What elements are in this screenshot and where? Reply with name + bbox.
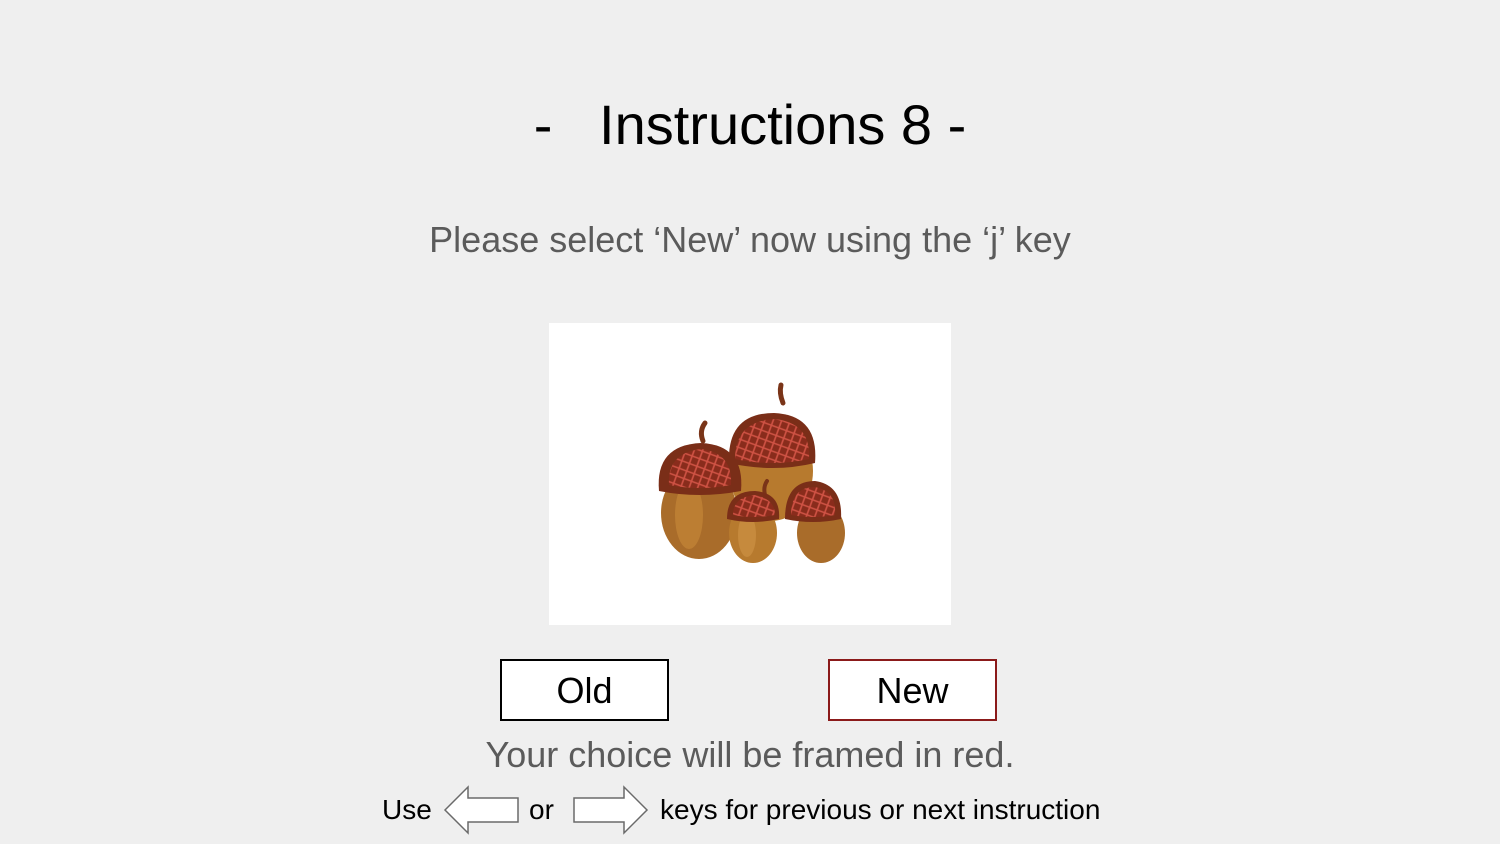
instruction-text: Please select ‘New’ now using the ‘j’ ke… (429, 219, 1071, 260)
navigation-hint: Use or keys for previous or next instruc… (0, 784, 1500, 836)
right-arrow-icon[interactable] (570, 784, 650, 836)
nav-keys-label: keys for previous or next instruction (660, 794, 1101, 825)
stimulus-image (549, 323, 951, 625)
old-button[interactable]: Old (500, 659, 669, 721)
left-arrow-icon[interactable] (442, 784, 522, 836)
instruction-screen: - Instructions 8 - Please select ‘New’ n… (0, 0, 1500, 844)
nav-or-label: or (529, 794, 554, 825)
nav-use-label: Use (382, 794, 432, 825)
feedback-text: Your choice will be framed in red. (485, 734, 1015, 775)
new-button[interactable]: New (828, 659, 997, 721)
acorns-image (658, 382, 845, 563)
page-title: - Instructions 8 - (533, 93, 967, 156)
